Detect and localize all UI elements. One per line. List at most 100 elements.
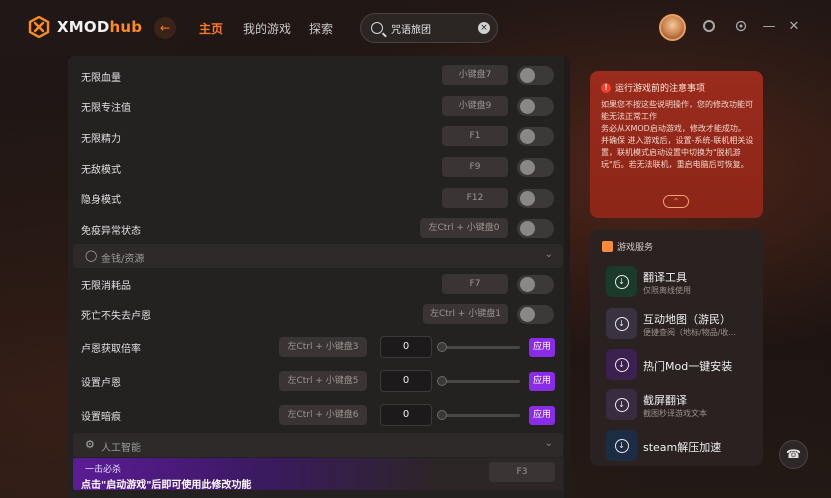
support-headset-icon[interactable]: ☎ — [779, 440, 808, 469]
service-desc: 仅限离线使用 — [643, 286, 691, 295]
value-input[interactable]: 0 — [380, 404, 432, 426]
minimize-icon[interactable]: — — [761, 19, 777, 35]
search-icon — [371, 22, 383, 34]
hotkey-badge: 左Ctrl + 小键盘5 — [279, 371, 367, 391]
service-item-steam-unzip[interactable]: ↓ steam解压加速 — [604, 429, 759, 463]
mod-row: 无敌模式 F9 — [68, 153, 570, 183]
settings-icon[interactable] — [733, 19, 749, 35]
chevron-down-icon: ⌄ — [544, 249, 553, 260]
chevron-up-icon: ⌃ — [672, 197, 680, 206]
services-title: 游戏服务 — [617, 243, 654, 253]
hotkey-badge: 左Ctrl + 小键盘6 — [279, 405, 367, 425]
section-header-money[interactable]: ◯ 金钱/资源 ⌄ — [73, 244, 563, 268]
mod-toggle[interactable] — [517, 219, 554, 238]
scrollbar[interactable] — [564, 56, 570, 498]
mod-label: 一击必杀 — [85, 465, 122, 475]
mod-toggle[interactable] — [517, 66, 554, 85]
mod-label: 死亡不失去卢恩 — [81, 311, 151, 322]
hotkey-badge: 左Ctrl + 小键盘1 — [423, 304, 508, 324]
mod-label: 隐身模式 — [81, 195, 121, 206]
back-button[interactable]: ← — [154, 17, 176, 39]
service-item-mod-install[interactable]: ↓ 热门Mod一键安装 — [604, 348, 759, 382]
service-name: 热门Mod一键安装 — [643, 360, 733, 373]
notice-body: 如果您不按这些说明操作，您的修改功能可能无法正常工作 务必从XMOD启动游戏，修… — [601, 100, 754, 169]
clear-search-icon[interactable]: × — [478, 22, 490, 34]
mod-row: 隐身模式 F12 — [68, 183, 570, 213]
service-name: 截屏翻译 — [643, 394, 687, 407]
mod-toggle[interactable] — [517, 275, 554, 294]
hotkey-badge: F3 — [489, 462, 555, 482]
expand-button[interactable]: ⌃ — [663, 195, 689, 208]
mod-toggle[interactable] — [517, 158, 554, 177]
logo-text: XMODhub — [57, 18, 143, 36]
service-item-screenshot-translate[interactable]: ↓ 截屏翻译 截图秒译游戏文本 — [604, 388, 759, 422]
hotkey-badge: 小键盘9 — [442, 96, 508, 116]
mod-toggle[interactable] — [517, 305, 554, 324]
slider-handle[interactable] — [437, 376, 447, 386]
close-icon[interactable]: ✕ — [786, 19, 802, 35]
service-name: 互动地图（游民） — [643, 313, 731, 326]
hotkey-badge: F12 — [442, 188, 508, 208]
mod-row: 无限专注值 小键盘9 — [68, 91, 570, 121]
mod-label: 卢恩获取倍率 — [81, 344, 141, 355]
avatar[interactable] — [659, 14, 686, 41]
nav-explore[interactable]: 探索 — [309, 20, 333, 37]
nav-home[interactable]: 主页 — [199, 20, 223, 37]
launch-hint: 点击"启动游戏"后即可使用此修改功能 — [81, 480, 252, 491]
apply-button[interactable]: 应用 — [529, 406, 555, 425]
value-input[interactable]: 0 — [380, 336, 432, 358]
search-box[interactable]: × — [360, 13, 498, 43]
value-input[interactable]: 0 — [380, 370, 432, 392]
mod-toggle[interactable] — [517, 127, 554, 146]
arrow-left-icon: ← — [159, 21, 171, 35]
hotkey-badge: 左Ctrl + 小键盘0 — [420, 218, 508, 238]
mod-row: 死亡不失去卢恩 左Ctrl + 小键盘1 — [68, 299, 570, 329]
mod-list-panel: 无限血量 小键盘7 无限专注值 小键盘9 无限精力 F1 无敌模式 F9 隐身模… — [68, 56, 570, 498]
download-icon: ↓ — [606, 430, 637, 461]
download-icon: ↓ — [606, 389, 637, 420]
slider-handle[interactable] — [437, 342, 447, 352]
value-slider[interactable] — [437, 376, 520, 386]
notice-title: 运行游戏前的注意事项 — [615, 84, 706, 94]
mod-row: 无限血量 小键盘7 — [68, 61, 570, 91]
mod-label: 无限血量 — [81, 73, 121, 84]
locked-mod-banner: 一击必杀 点击"启动游戏"后即可使用此修改功能 F3 — [73, 458, 563, 491]
value-slider[interactable] — [437, 410, 520, 420]
slider-handle[interactable] — [437, 410, 447, 420]
warning-icon: ! — [601, 82, 611, 93]
chevron-down-icon: ⌄ — [544, 438, 553, 449]
service-desc: 便捷查阅（地标/物品/收... — [643, 328, 737, 337]
download-icon: ↓ — [606, 308, 637, 339]
hotkey-badge: F7 — [442, 274, 508, 294]
mod-row: 无限消耗品 F7 — [68, 269, 570, 299]
hotkey-badge: 小键盘7 — [442, 65, 508, 85]
service-item-map[interactable]: ↓ 互动地图（游民） 便捷查阅（地标/物品/收... — [604, 307, 759, 341]
services-header: 游戏服务 — [602, 240, 653, 253]
status-icon[interactable] — [701, 19, 717, 35]
search-input[interactable] — [391, 22, 471, 34]
mod-label: 无限消耗品 — [81, 281, 131, 292]
mod-row: 无限精力 F1 — [68, 122, 570, 152]
app-logo[interactable]: XMODhub — [28, 16, 142, 38]
mod-value-row: 卢恩获取倍率 左Ctrl + 小键盘3 0 应用 — [68, 332, 570, 362]
service-name: 翻译工具 — [643, 271, 687, 284]
top-bar: XMODhub ← 主页 我的游戏 探索 × — ✕ — [0, 0, 831, 56]
service-desc: 截图秒译游戏文本 — [643, 409, 707, 418]
robot-icon: ⚙ — [85, 438, 95, 451]
mod-label: 设置暗痕 — [81, 412, 121, 423]
game-services-card: 游戏服务 ↓ 翻译工具 仅限离线使用 ↓ 互动地图（游民） 便捷查阅（地标/物品… — [590, 230, 763, 466]
mod-toggle[interactable] — [517, 189, 554, 208]
hotkey-badge: F9 — [442, 157, 508, 177]
service-item-translate[interactable]: ↓ 翻译工具 仅限离线使用 — [604, 265, 759, 299]
apply-button[interactable]: 应用 — [529, 338, 555, 357]
service-name: steam解压加速 — [643, 441, 722, 454]
value-slider[interactable] — [437, 342, 520, 352]
mod-label: 免疫异常状态 — [81, 226, 141, 237]
apply-button[interactable]: 应用 — [529, 372, 555, 391]
nav-my-games[interactable]: 我的游戏 — [243, 20, 291, 37]
section-header-ai[interactable]: ⚙ 人工智能 ⌄ — [73, 433, 563, 457]
xmod-logo-icon — [28, 16, 50, 38]
services-icon — [602, 241, 613, 252]
mod-toggle[interactable] — [517, 97, 554, 116]
hotkey-badge: 左Ctrl + 小键盘3 — [279, 337, 367, 357]
